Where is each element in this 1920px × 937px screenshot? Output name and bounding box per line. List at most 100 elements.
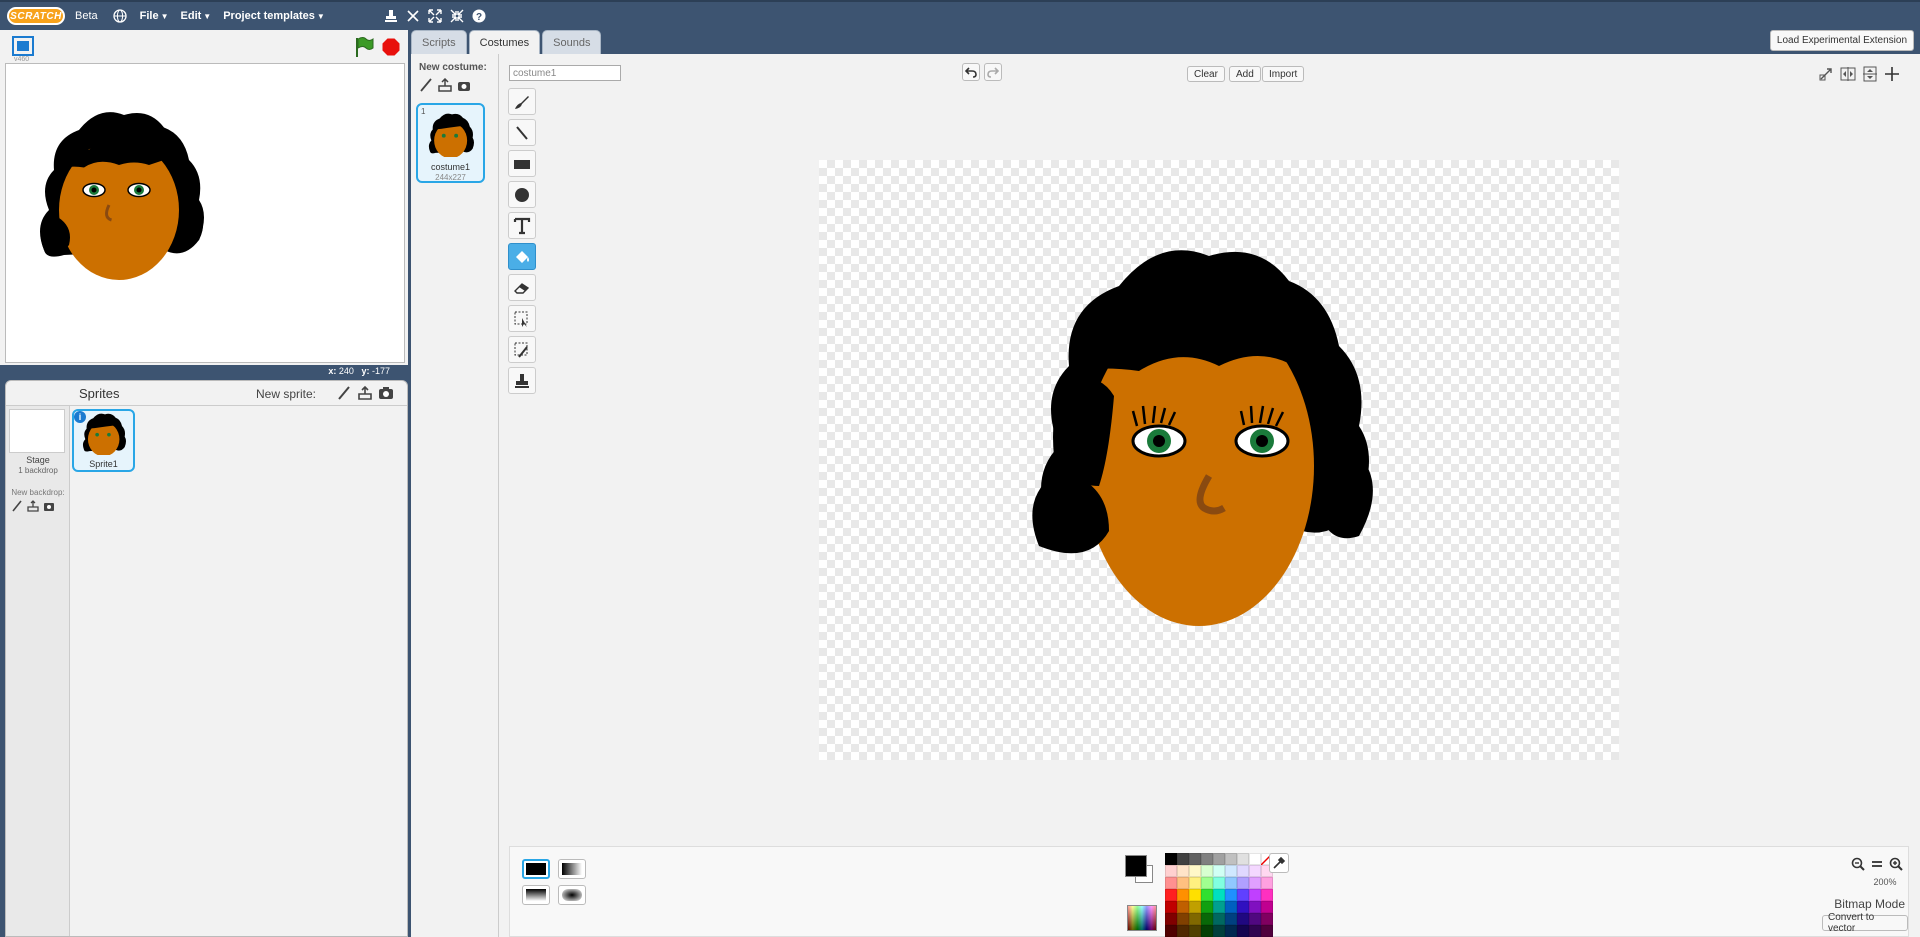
color-swatch[interactable] — [1213, 913, 1225, 925]
fill-solid-option[interactable] — [522, 859, 550, 879]
color-swatch[interactable] — [1237, 913, 1249, 925]
color-swatch[interactable] — [1237, 865, 1249, 877]
color-swatch[interactable] — [1261, 901, 1273, 913]
color-swatch[interactable] — [1213, 865, 1225, 877]
color-swatch[interactable] — [1261, 925, 1273, 937]
color-swatch[interactable] — [1237, 853, 1249, 865]
color-swatch[interactable] — [1201, 925, 1213, 937]
color-swatch[interactable] — [1237, 925, 1249, 937]
project-templates-menu[interactable]: Project templates ▼ — [223, 10, 325, 22]
upload-backdrop-icon[interactable] — [27, 500, 39, 515]
color-swatch[interactable] — [1249, 853, 1261, 865]
fill-bucket-tool[interactable] — [508, 243, 536, 270]
convert-to-vector-button[interactable]: Convert to vector — [1822, 912, 1908, 934]
color-swatch[interactable] — [1249, 913, 1261, 925]
color-swatch[interactable] — [1213, 877, 1225, 889]
fill-horizontal-gradient-option[interactable] — [558, 859, 586, 879]
camera-costume-icon[interactable] — [457, 78, 471, 95]
green-flag-icon[interactable] — [354, 36, 374, 58]
redo-icon[interactable] — [984, 63, 1002, 81]
select-tool[interactable] — [508, 305, 536, 332]
color-swatch[interactable] — [1261, 913, 1273, 925]
brush-tool[interactable] — [508, 88, 536, 115]
color-swatch[interactable] — [1189, 901, 1201, 913]
color-swatch[interactable] — [1261, 889, 1273, 901]
zoom-reset-icon[interactable] — [1868, 855, 1886, 873]
upload-sprite-icon[interactable] — [357, 385, 375, 401]
load-experimental-extension-button[interactable]: Load Experimental Extension — [1769, 30, 1914, 51]
duplicate-stamp-icon[interactable] — [383, 8, 399, 24]
color-swatch[interactable] — [1213, 901, 1225, 913]
color-swatch[interactable] — [1177, 853, 1189, 865]
paint-new-sprite-icon[interactable] — [336, 385, 354, 401]
color-swatch[interactable] — [1177, 901, 1189, 913]
color-swatch[interactable] — [1225, 877, 1237, 889]
stamp-tool[interactable] — [508, 367, 536, 394]
rectangle-tool[interactable] — [508, 150, 536, 177]
color-swatch[interactable] — [1225, 901, 1237, 913]
color-swatch[interactable] — [1165, 925, 1177, 937]
color-picker[interactable] — [1127, 905, 1157, 931]
shrink-icon[interactable] — [449, 8, 465, 24]
zoom-in-icon[interactable] — [1887, 855, 1905, 873]
color-swatch[interactable] — [1249, 877, 1261, 889]
color-swatch[interactable] — [1237, 877, 1249, 889]
paint-costume-icon[interactable] — [419, 78, 433, 95]
color-swatch[interactable] — [1165, 913, 1177, 925]
add-button[interactable]: Add — [1229, 66, 1261, 82]
color-swatch[interactable] — [1189, 913, 1201, 925]
paint-canvas[interactable] — [819, 160, 1619, 760]
delete-scissors-icon[interactable] — [405, 8, 421, 24]
clear-button[interactable]: Clear — [1187, 66, 1225, 82]
color-swatch[interactable] — [1237, 901, 1249, 913]
costume-tile[interactable]: 1 costume1 244x227 — [416, 103, 485, 183]
color-swatch[interactable] — [1249, 925, 1261, 937]
color-swatch[interactable] — [1165, 853, 1177, 865]
text-tool[interactable] — [508, 212, 536, 239]
fill-vertical-gradient-option[interactable] — [522, 885, 550, 905]
color-swatch[interactable] — [1165, 901, 1177, 913]
color-swatch[interactable] — [1249, 865, 1261, 877]
fill-radial-gradient-option[interactable] — [558, 885, 586, 905]
color-swatch[interactable] — [1189, 865, 1201, 877]
color-swatch[interactable] — [1201, 913, 1213, 925]
flip-vertical-icon[interactable] — [1860, 64, 1880, 84]
color-swatch[interactable] — [1201, 877, 1213, 889]
color-swatch[interactable] — [1165, 877, 1177, 889]
color-swatch[interactable] — [1213, 925, 1225, 937]
ellipse-tool[interactable] — [508, 181, 536, 208]
color-swatch[interactable] — [1249, 901, 1261, 913]
upload-costume-icon[interactable] — [438, 77, 452, 95]
color-swatch[interactable] — [1201, 901, 1213, 913]
help-icon[interactable]: ? — [471, 8, 487, 24]
import-button[interactable]: Import — [1262, 66, 1305, 82]
color-swatch[interactable] — [1201, 889, 1213, 901]
set-center-plus-icon[interactable] — [1882, 64, 1902, 84]
line-tool[interactable] — [508, 119, 536, 146]
stage-sprite-face[interactable] — [6, 64, 405, 363]
color-swatch[interactable] — [1201, 853, 1213, 865]
tab-costumes[interactable]: Costumes — [468, 30, 541, 54]
globe-icon[interactable] — [112, 8, 128, 24]
color-swatch[interactable] — [1177, 889, 1189, 901]
color-swatch[interactable] — [1177, 877, 1189, 889]
stop-icon[interactable] — [382, 38, 400, 56]
paint-backdrop-icon[interactable] — [11, 500, 23, 515]
color-swatch[interactable] — [1177, 865, 1189, 877]
color-swatch[interactable] — [1261, 877, 1273, 889]
grow-icon[interactable] — [427, 8, 443, 24]
camera-icon[interactable] — [378, 385, 396, 401]
tab-sounds[interactable]: Sounds — [542, 30, 602, 54]
fullscreen-icon[interactable] — [12, 36, 34, 56]
color-swatch[interactable] — [1225, 865, 1237, 877]
magic-wand-tool[interactable] — [508, 336, 536, 363]
stage-thumbnail[interactable] — [9, 409, 65, 453]
color-swatch[interactable] — [1237, 889, 1249, 901]
color-swatch[interactable] — [1165, 865, 1177, 877]
edit-menu[interactable]: Edit ▼ — [181, 10, 212, 22]
costume-name-input[interactable] — [509, 65, 621, 81]
color-swatch[interactable] — [1225, 925, 1237, 937]
color-swatch[interactable] — [1189, 877, 1201, 889]
color-swatch[interactable] — [1165, 889, 1177, 901]
undo-icon[interactable] — [962, 63, 980, 81]
